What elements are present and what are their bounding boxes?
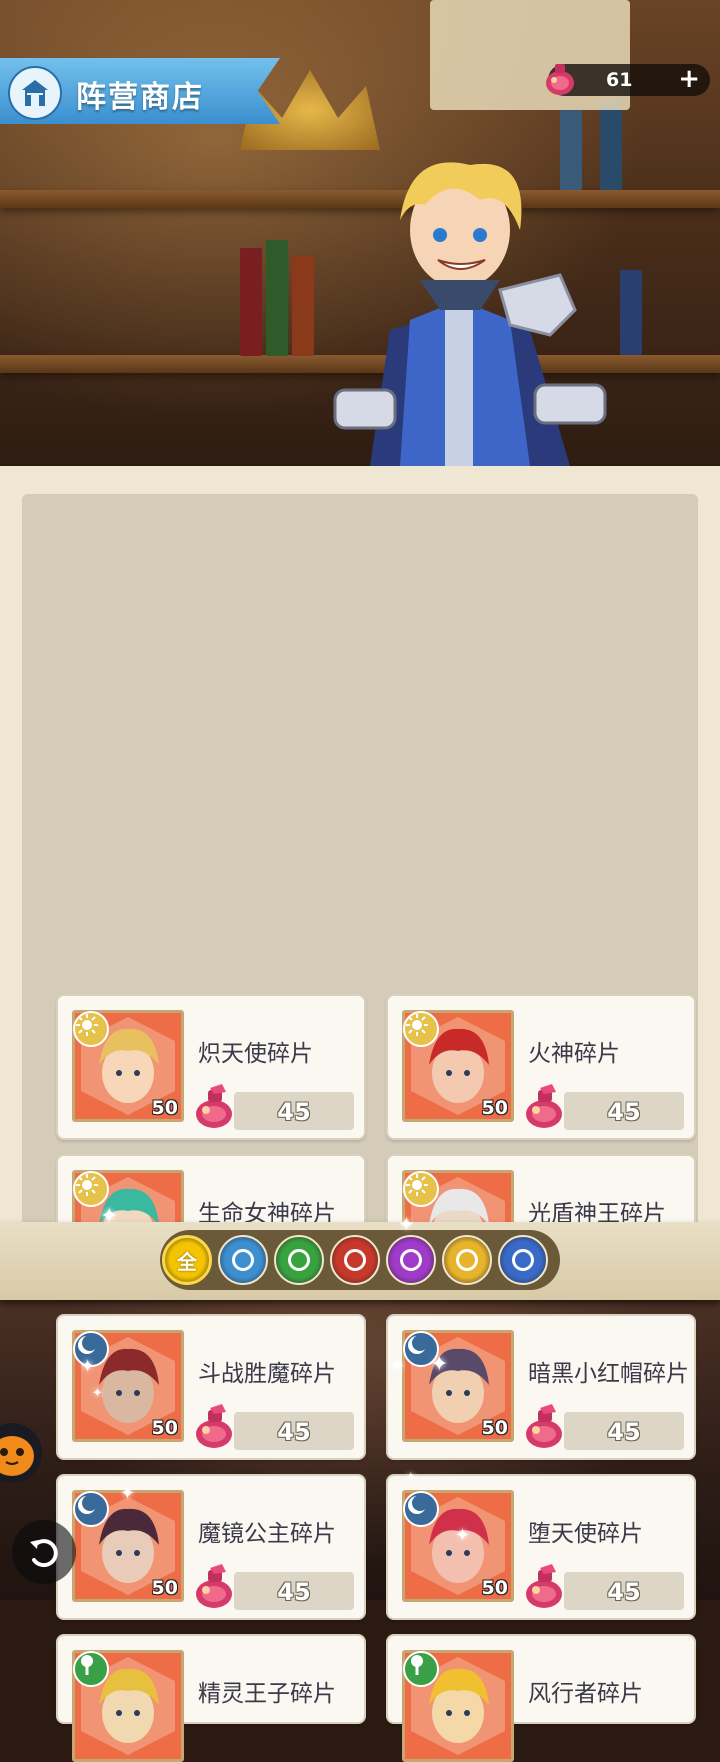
price-bar: 45 <box>564 1572 684 1610</box>
filter-fortress-helmet-button[interactable] <box>218 1235 268 1285</box>
item-price: 45 <box>277 1578 311 1606</box>
page-title: 阵营商店 <box>76 80 204 115</box>
sparkle: ✦ <box>405 1470 417 1486</box>
hero-portrait <box>72 1650 184 1762</box>
item-price: 45 <box>277 1098 311 1126</box>
back-arrow-icon <box>30 1539 58 1568</box>
faction-light-icon <box>403 1171 439 1207</box>
faction-dark-icon <box>403 1491 439 1527</box>
book <box>240 248 262 356</box>
item-name: 炽天使碎片 <box>198 1041 313 1067</box>
item-name: 斗战胜魔碎片 <box>198 1361 336 1387</box>
price-bar: 45 <box>564 1412 684 1450</box>
currency-amount: 61 <box>606 69 633 91</box>
potion-icon <box>522 1402 566 1454</box>
item-quantity: 50 <box>481 1577 508 1599</box>
item-name: 堕天使碎片 <box>528 1521 643 1547</box>
item-name: 火神碎片 <box>528 1041 620 1067</box>
price-bar: 45 <box>564 1092 684 1130</box>
shop-item-card[interactable]: 50 暗黑小红帽碎片 45 <box>386 1314 696 1460</box>
pet-icon[interactable] <box>0 1418 44 1492</box>
add-currency-button[interactable]: + <box>678 64 700 94</box>
sparkle: ✦ <box>80 1356 96 1377</box>
inferno-icon <box>344 1249 366 1271</box>
hero-character <box>330 160 630 470</box>
item-quantity: 50 <box>151 1577 178 1599</box>
hero-portrait: 50 <box>402 1490 514 1602</box>
item-price: 45 <box>607 1578 641 1606</box>
item-quantity: 50 <box>481 1417 508 1439</box>
shop-item-card[interactable]: 精灵王子碎片 <box>56 1634 366 1762</box>
sparkle: ✦ <box>100 1204 119 1229</box>
item-name: 暗黑小红帽碎片 <box>528 1361 689 1387</box>
hero-portrait: 50 <box>72 1010 184 1122</box>
item-quantity: 50 <box>481 1097 508 1119</box>
faction-light-icon <box>403 1011 439 1047</box>
item-price: 45 <box>277 1418 311 1446</box>
shop-item-card[interactable]: 50 堕天使碎片 45 <box>386 1474 696 1620</box>
item-quantity: 50 <box>151 1417 178 1439</box>
filter-dark-moon-button[interactable] <box>498 1235 548 1285</box>
faction-light-icon <box>73 1171 109 1207</box>
hero-portrait: 50 <box>72 1490 184 1602</box>
faction-light-icon <box>73 1011 109 1047</box>
dark-moon-icon <box>512 1249 534 1271</box>
shop-item-card[interactable]: 风行者碎片 <box>386 1634 696 1762</box>
filter-all-label: 全 <box>177 1249 197 1274</box>
hero-portrait: 50 <box>402 1330 514 1442</box>
item-name: 魔镜公主碎片 <box>198 1521 336 1547</box>
shop-item-card[interactable]: 50 火神碎片 45 <box>386 994 696 1140</box>
shadow-moon-icon <box>400 1249 422 1271</box>
sparkle: ✦ <box>120 1483 136 1504</box>
sparkle: ✦ <box>455 1525 471 1546</box>
filter-all-button[interactable]: 全 <box>162 1235 212 1285</box>
hero-portrait: 50 <box>402 1010 514 1122</box>
item-price: 45 <box>607 1098 641 1126</box>
price-bar: 45 <box>234 1092 354 1130</box>
hero-portrait: 50 <box>72 1330 184 1442</box>
filter-inferno-button[interactable] <box>330 1235 380 1285</box>
book <box>292 256 314 356</box>
price-bar: 45 <box>234 1412 354 1450</box>
shop-icon <box>8 66 62 120</box>
faction-dark-icon <box>73 1491 109 1527</box>
sparkle: ✦ <box>92 1386 103 1401</box>
shop-item-card[interactable]: 50 炽天使碎片 45 <box>56 994 366 1140</box>
title-banner: 阵营商店 <box>0 58 280 124</box>
faction-forest-icon <box>73 1651 109 1687</box>
hero-portrait <box>402 1650 514 1762</box>
currency-display: 61 + <box>546 64 710 96</box>
item-quantity: 50 <box>151 1097 178 1119</box>
book <box>266 240 288 356</box>
potion-icon <box>540 58 580 102</box>
sparkle: ✦ <box>390 1356 406 1377</box>
price-bar: 45 <box>234 1572 354 1610</box>
potion-icon <box>192 1402 236 1454</box>
filter-forest-tree-button[interactable] <box>274 1235 324 1285</box>
item-name: 风行者碎片 <box>528 1681 643 1707</box>
potion-icon <box>522 1562 566 1614</box>
filter-light-sun-button[interactable] <box>442 1235 492 1285</box>
back-button[interactable] <box>12 1520 76 1584</box>
potion-icon <box>192 1562 236 1614</box>
light-sun-icon <box>456 1249 478 1271</box>
potion-icon <box>522 1082 566 1134</box>
filter-shadow-moon-button[interactable] <box>386 1235 436 1285</box>
forest-tree-icon <box>288 1249 310 1271</box>
item-name: 精灵王子碎片 <box>198 1681 336 1707</box>
shop-item-card[interactable]: 50 魔镜公主碎片 45 <box>56 1474 366 1620</box>
fortress-helmet-icon <box>232 1249 254 1271</box>
faction-forest-icon <box>403 1651 439 1687</box>
item-price: 45 <box>607 1418 641 1446</box>
item-grid: 50炽天使碎片4550火神碎片4550生命女神碎片4550光盾神王碎片4550斗… <box>22 494 698 1762</box>
potion-icon <box>192 1082 236 1134</box>
sparkle: ✦ <box>430 1352 449 1377</box>
sparkle: ✦ <box>398 1212 415 1236</box>
